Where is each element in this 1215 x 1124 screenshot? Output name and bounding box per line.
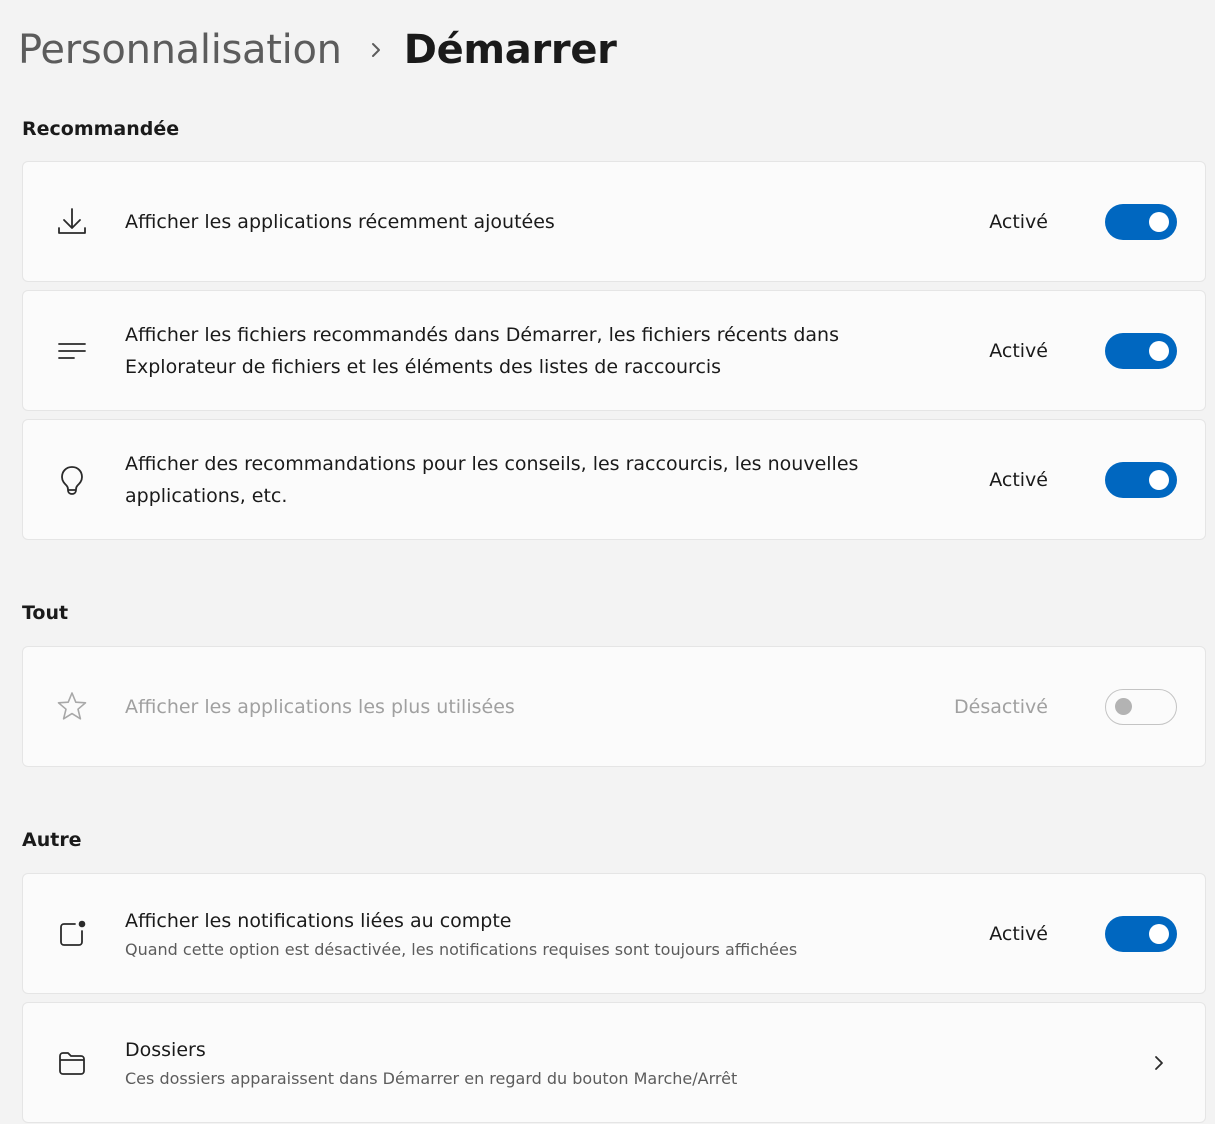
lightbulb-icon — [53, 461, 91, 499]
folder-icon — [53, 1044, 91, 1082]
recent-apps-toggle[interactable] — [1105, 203, 1177, 240]
lines-icon — [53, 332, 91, 370]
setting-tips[interactable]: Afficher des recommandations pour les co… — [22, 419, 1206, 540]
setting-label: Dossiers — [125, 1038, 206, 1061]
setting-description: Quand cette option est désactivée, les n… — [125, 939, 798, 959]
breadcrumb: Personnalisation Démarrer — [18, 22, 617, 78]
page-title: Démarrer — [403, 27, 617, 73]
setting-state: Activé — [989, 922, 1048, 945]
account-notifications-toggle[interactable] — [1105, 915, 1177, 952]
setting-text: Afficher des recommandations pour les co… — [125, 448, 945, 512]
download-icon — [53, 203, 91, 241]
toggle-knob — [1149, 211, 1169, 232]
toggle-knob — [1115, 697, 1132, 715]
setting-text: Afficher les applications récemment ajou… — [125, 206, 945, 238]
star-icon — [53, 688, 91, 726]
setting-text: Dossiers Ces dossiers apparaissent dans … — [125, 1034, 945, 1092]
setting-state: Désactivé — [954, 695, 1048, 718]
setting-account-notifications[interactable]: Afficher les notifications liées au comp… — [22, 873, 1206, 994]
setting-text: Afficher les notifications liées au comp… — [125, 905, 945, 963]
setting-description: Ces dossiers apparaissent dans Démarrer … — [125, 1068, 738, 1088]
breadcrumb-chevron-icon — [370, 41, 382, 59]
setting-state: Activé — [989, 210, 1048, 233]
setting-label: Afficher des recommandations pour les co… — [125, 452, 859, 507]
section-title-all: Tout — [22, 602, 69, 624]
breadcrumb-parent[interactable]: Personnalisation — [18, 27, 342, 73]
toggle-knob — [1149, 923, 1169, 944]
most-used-toggle — [1105, 688, 1177, 725]
recommended-files-toggle[interactable] — [1105, 332, 1177, 369]
setting-state: Activé — [989, 339, 1048, 362]
toggle-knob — [1149, 340, 1169, 361]
setting-folders[interactable]: Dossiers Ces dossiers apparaissent dans … — [22, 1002, 1206, 1123]
setting-label: Afficher les applications les plus utili… — [125, 695, 515, 718]
section-title-other: Autre — [22, 829, 82, 851]
setting-recommended-files[interactable]: Afficher les fichiers recommandés dans D… — [22, 290, 1206, 411]
setting-state: Activé — [989, 468, 1048, 491]
setting-most-used: Afficher les applications les plus utili… — [22, 646, 1206, 767]
setting-label: Afficher les applications récemment ajou… — [125, 210, 555, 233]
setting-label: Afficher les notifications liées au comp… — [125, 909, 512, 932]
section-title-recommended: Recommandée — [22, 118, 180, 140]
toggle-knob — [1149, 469, 1169, 490]
setting-recent-apps[interactable]: Afficher les applications récemment ajou… — [22, 161, 1206, 282]
setting-text: Afficher les applications les plus utili… — [125, 691, 945, 723]
chevron-right-icon — [1151, 1052, 1167, 1074]
settings-page: Personnalisation Démarrer Recommandée Af… — [0, 0, 1215, 1124]
setting-label: Afficher les fichiers recommandés dans D… — [125, 323, 840, 378]
tips-toggle[interactable] — [1105, 461, 1177, 498]
notification-badge-icon — [53, 915, 91, 953]
setting-text: Afficher les fichiers recommandés dans D… — [125, 319, 945, 383]
